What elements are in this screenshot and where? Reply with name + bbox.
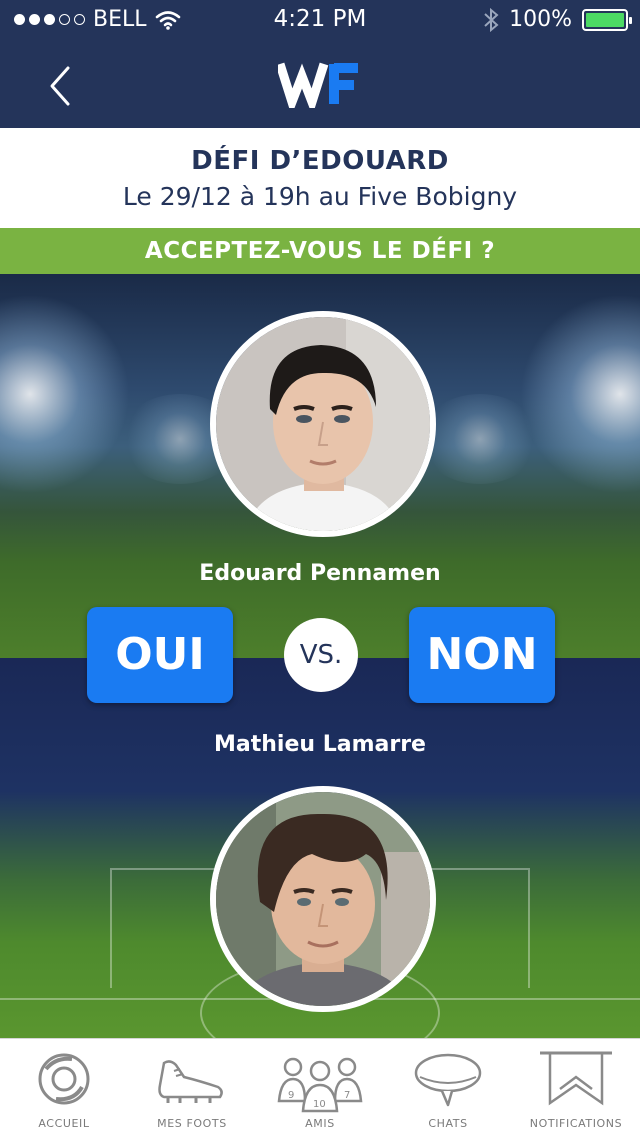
opponent-avatar: [210, 786, 436, 1012]
opponent-name: Mathieu Lamarre: [214, 732, 426, 757]
tab-bar: ACCUEIL MES FOOTS 9 10 7 AMIS CHATS NOTI…: [0, 1038, 640, 1136]
top-bar: BELL 4:21 PM 100%: [0, 0, 640, 128]
status-bar: BELL 4:21 PM 100%: [0, 0, 640, 40]
app-logo: [275, 58, 368, 116]
challenge-details: Le 29/12 à 19h au Five Bobigny: [122, 182, 518, 211]
bookmark-ribbon-icon: [540, 1051, 612, 1106]
tab-notifications[interactable]: NOTIFICATIONS: [512, 1039, 640, 1136]
svg-text:10: 10: [313, 1099, 326, 1110]
accept-button[interactable]: OUI: [87, 607, 233, 703]
tab-label: CHATS: [428, 1117, 468, 1130]
decline-button[interactable]: NON: [409, 607, 555, 703]
tab-label: ACCUEIL: [38, 1117, 90, 1130]
speech-bubble-icon: [414, 1053, 482, 1107]
accept-prompt-banner: ACCEPTEZ-VOUS LE DÉFI ?: [0, 228, 640, 274]
ball-swirl-icon: [38, 1053, 90, 1105]
chevron-left-icon: [50, 66, 70, 106]
svg-text:7: 7: [344, 1090, 350, 1101]
back-button[interactable]: [40, 60, 84, 112]
tab-accueil[interactable]: ACCUEIL: [0, 1039, 128, 1136]
svg-text:9: 9: [288, 1090, 294, 1101]
team-players-icon: 9 10 7: [277, 1057, 363, 1113]
versus-badge: VS.: [284, 618, 358, 692]
tab-label: AMIS: [305, 1117, 335, 1130]
tab-chats[interactable]: CHATS: [384, 1039, 512, 1136]
football-boot-icon: [158, 1060, 223, 1103]
tab-label: MES FOOTS: [157, 1117, 227, 1130]
challenger-avatar: [210, 311, 436, 537]
challenger-name: Edouard Pennamen: [199, 561, 441, 586]
tab-amis[interactable]: 9 10 7 AMIS: [256, 1039, 384, 1136]
battery-percent: 100%: [509, 7, 572, 32]
challenge-title: DÉFI D’EDOUARD: [191, 146, 449, 176]
tab-mes-foots[interactable]: MES FOOTS: [128, 1039, 256, 1136]
challenge-header: DÉFI D’EDOUARD Le 29/12 à 19h au Five Bo…: [0, 128, 640, 228]
bluetooth-icon: [484, 7, 499, 32]
status-right: 100%: [483, 7, 632, 32]
battery-icon: [582, 8, 632, 31]
tab-label: NOTIFICATIONS: [529, 1117, 623, 1130]
